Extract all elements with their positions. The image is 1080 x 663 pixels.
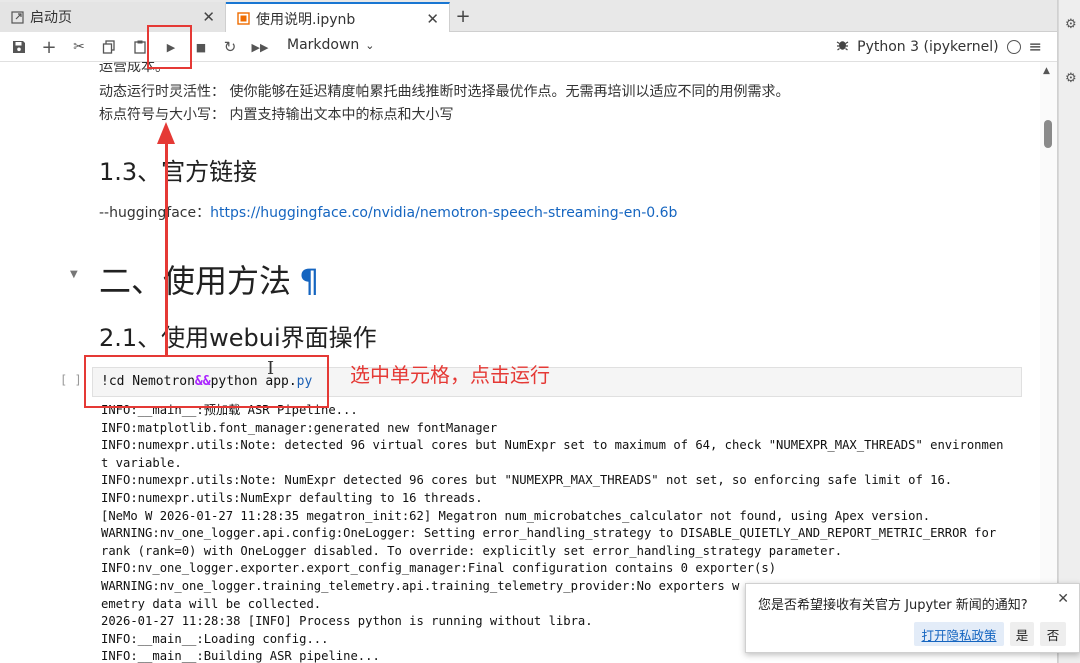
stop-icon: ■ (195, 40, 207, 54)
notification-message: 您是否希望接收有关官方 Jupyter 新闻的通知? (758, 598, 1028, 613)
output-line: INFO:numexpr.utils:Note: detected 96 vir… (101, 438, 1004, 453)
save-button[interactable] (9, 37, 29, 57)
annotation-arrow-head (157, 122, 175, 144)
insert-cell-button[interactable]: + (39, 36, 59, 58)
bug-icon[interactable] (836, 38, 849, 55)
kernel-name[interactable]: Python 3 (ipykernel) (857, 39, 998, 55)
collapse-caret-icon[interactable]: ▼ (70, 269, 78, 280)
interrupt-button[interactable]: ■ (191, 37, 211, 57)
restart-run-all-button[interactable]: ▶▶ (250, 37, 270, 57)
heading-usage: 二、使用方法 ¶ (99, 256, 319, 302)
refresh-icon: ↻ (223, 38, 237, 56)
open-privacy-button[interactable]: 打开隐私政策 (914, 622, 1004, 646)
close-icon[interactable]: ✕ (1057, 591, 1069, 607)
output-line: rank (rank=0) with OneLogger disabled. T… (101, 543, 843, 558)
copy-button[interactable] (99, 37, 119, 57)
right-sidebar: ⚙ ⚙ (1058, 0, 1080, 663)
markdown-line: 动态运行时灵活性： 使你能够在延迟精度帕累托曲线推断时选择最优作点。无需再培训以… (99, 84, 790, 100)
output-line: t variable. (101, 455, 182, 470)
jupyterlab-window: 启动页 ✕ 使用说明.ipynb ✕ + + ✂ ▶ ■ ↻ ▶▶ Markdo… (0, 0, 1058, 663)
menu-icon[interactable]: ≡ (1029, 37, 1042, 56)
tab-notebook[interactable]: 使用说明.ipynb ✕ (226, 2, 450, 33)
output-line: WARNING:nv_one_logger.api.config:OneLogg… (101, 526, 997, 541)
link-prefix: --huggingface： (99, 205, 211, 221)
heading-usage-text: 二、使用方法 (99, 262, 292, 300)
launcher-icon (10, 10, 24, 24)
cut-button[interactable]: ✂ (69, 37, 89, 57)
scrollbar[interactable]: ▲ (1040, 62, 1057, 663)
heading-webui: 2.1、使用webui界面操作 (99, 324, 377, 352)
annotation-run-box (147, 25, 192, 69)
yes-button[interactable]: 是 (1010, 622, 1034, 646)
cell-type-label: Markdown (287, 37, 360, 53)
tab-label: 启动页 (30, 10, 72, 26)
cell-type-select[interactable]: Markdown ⌄ (287, 37, 375, 53)
huggingface-link[interactable]: https://huggingface.co/nvidia/nemotron-s… (210, 205, 677, 221)
annotation-text: 选中单元格，点击运行 (350, 363, 550, 387)
debugger-icon[interactable]: ⚙ (1065, 72, 1079, 86)
scroll-thumb[interactable] (1044, 120, 1052, 148)
tab-launcher[interactable]: 启动页 ✕ (0, 2, 226, 32)
notebook-icon (236, 12, 250, 26)
fast-forward-icon: ▶▶ (251, 40, 269, 54)
plus-icon: + (41, 36, 57, 58)
news-notification: 您是否希望接收有关官方 Jupyter 新闻的通知? ✕ 打开隐私政策 是 否 (745, 583, 1080, 653)
markdown-link-line: --huggingface：https://huggingface.co/nvi… (99, 202, 677, 222)
kernel-status: Python 3 (ipykernel) ≡ (836, 37, 1042, 56)
gear-icon[interactable]: ⚙ (1065, 18, 1079, 32)
copy-icon (102, 40, 115, 54)
close-icon[interactable]: ✕ (426, 10, 439, 28)
output-line: INFO:numexpr.utils:NumExpr defaulting to… (101, 490, 483, 505)
tab-label: 使用说明.ipynb (256, 11, 356, 28)
scroll-up-icon[interactable]: ▲ (1043, 66, 1050, 76)
close-icon[interactable]: ✕ (202, 8, 215, 26)
output-line: INFO:nv_one_logger.exporter.export_confi… (101, 561, 777, 576)
output-line: [NeMo W 2026-01-27 11:28:35 megatron_ini… (101, 508, 931, 523)
scissors-icon: ✂ (73, 39, 85, 55)
markdown-line: 标点符号与大小写： 内置支持输出文本中的标点和大小写 (99, 107, 454, 123)
kernel-idle-icon (1006, 39, 1021, 54)
save-icon (13, 41, 25, 53)
notebook-content: 运营成本。 动态运行时灵活性： 使你能够在延迟精度帕累托曲线推断时选择最优作点。… (0, 62, 1040, 663)
paste-icon (134, 40, 146, 54)
output-line: INFO:matplotlib.font_manager:generated n… (101, 420, 498, 435)
heading-official-links: 1.3、官方链接 (99, 158, 258, 186)
annotation-arrow (165, 140, 168, 356)
anchor-link-icon[interactable]: ¶ (299, 262, 319, 300)
output-line: INFO:numexpr.utils:Note: NumExpr detecte… (101, 473, 953, 488)
annotation-cell-box (84, 355, 329, 408)
restart-button[interactable]: ↻ (220, 37, 240, 57)
chevron-down-icon: ⌄ (365, 38, 375, 52)
no-button[interactable]: 否 (1040, 622, 1066, 646)
add-tab-button[interactable]: + (452, 5, 474, 27)
